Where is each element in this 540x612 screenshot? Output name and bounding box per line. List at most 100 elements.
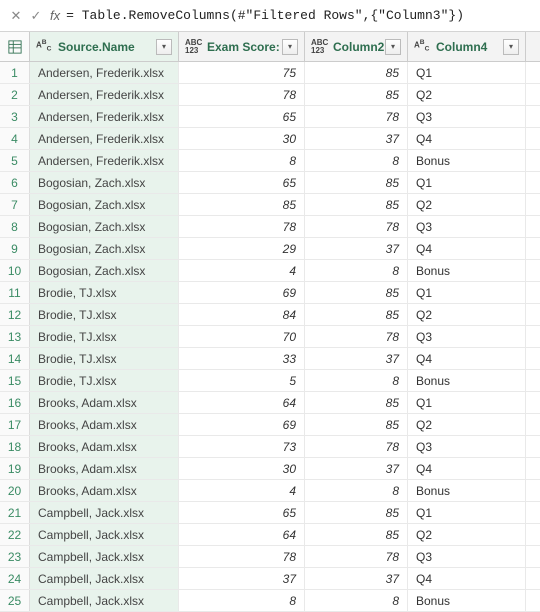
column-header-column4[interactable]: ABC Column4 ▾ (408, 32, 526, 61)
row-number[interactable]: 4 (0, 128, 30, 149)
table-row[interactable]: 6Bogosian, Zach.xlsx6585Q1 (0, 172, 540, 194)
cell-source-name[interactable]: Campbell, Jack.xlsx (30, 524, 179, 545)
cell-column4[interactable]: Q2 (408, 524, 526, 545)
row-number[interactable]: 19 (0, 458, 30, 479)
cell-column4[interactable]: Bonus (408, 370, 526, 391)
row-number[interactable]: 21 (0, 502, 30, 523)
cell-exam-score[interactable]: 5 (179, 370, 305, 391)
row-number[interactable]: 13 (0, 326, 30, 347)
cell-column2[interactable]: 78 (305, 436, 408, 457)
filter-dropdown-button[interactable]: ▾ (282, 39, 298, 55)
cell-exam-score[interactable]: 78 (179, 216, 305, 237)
table-row[interactable]: 10Bogosian, Zach.xlsx48Bonus (0, 260, 540, 282)
cell-column2[interactable]: 37 (305, 568, 408, 589)
cell-exam-score[interactable]: 85 (179, 194, 305, 215)
table-row[interactable]: 8Bogosian, Zach.xlsx7878Q3 (0, 216, 540, 238)
table-row[interactable]: 22Campbell, Jack.xlsx6485Q2 (0, 524, 540, 546)
filter-dropdown-button[interactable]: ▾ (503, 39, 519, 55)
row-number[interactable]: 17 (0, 414, 30, 435)
row-number[interactable]: 15 (0, 370, 30, 391)
row-number[interactable]: 12 (0, 304, 30, 325)
cell-column2[interactable]: 8 (305, 150, 408, 171)
column-header-source-name[interactable]: ABC Source.Name ▾ (30, 32, 179, 61)
cell-column2[interactable]: 37 (305, 238, 408, 259)
row-number[interactable]: 8 (0, 216, 30, 237)
table-row[interactable]: 18Brooks, Adam.xlsx7378Q3 (0, 436, 540, 458)
cell-source-name[interactable]: Andersen, Frederik.xlsx (30, 84, 179, 105)
cell-exam-score[interactable]: 78 (179, 84, 305, 105)
cell-source-name[interactable]: Campbell, Jack.xlsx (30, 502, 179, 523)
table-row[interactable]: 11Brodie, TJ.xlsx6985Q1 (0, 282, 540, 304)
cell-column2[interactable]: 37 (305, 128, 408, 149)
cell-column2[interactable]: 37 (305, 348, 408, 369)
cell-column4[interactable]: Q2 (408, 414, 526, 435)
cell-exam-score[interactable]: 37 (179, 568, 305, 589)
cell-column2[interactable]: 85 (305, 282, 408, 303)
filter-dropdown-button[interactable]: ▾ (385, 39, 401, 55)
table-row[interactable]: 3Andersen, Frederik.xlsx6578Q3 (0, 106, 540, 128)
cell-exam-score[interactable]: 70 (179, 326, 305, 347)
cell-source-name[interactable]: Andersen, Frederik.xlsx (30, 128, 179, 149)
cell-source-name[interactable]: Brooks, Adam.xlsx (30, 436, 179, 457)
row-number[interactable]: 10 (0, 260, 30, 281)
cell-exam-score[interactable]: 65 (179, 172, 305, 193)
row-number[interactable]: 6 (0, 172, 30, 193)
cell-source-name[interactable]: Bogosian, Zach.xlsx (30, 194, 179, 215)
cell-column2[interactable]: 8 (305, 590, 408, 611)
cell-source-name[interactable]: Bogosian, Zach.xlsx (30, 216, 179, 237)
cell-exam-score[interactable]: 65 (179, 502, 305, 523)
filter-dropdown-button[interactable]: ▾ (156, 39, 172, 55)
cell-source-name[interactable]: Andersen, Frederik.xlsx (30, 150, 179, 171)
table-row[interactable]: 7Bogosian, Zach.xlsx8585Q2 (0, 194, 540, 216)
cancel-icon[interactable]: ✕ (6, 6, 26, 26)
column-header-exam-score[interactable]: ABC123 Exam Score: ▾ (179, 32, 305, 61)
cell-column4[interactable]: Q4 (408, 568, 526, 589)
cell-column4[interactable]: Bonus (408, 480, 526, 501)
cell-source-name[interactable]: Brodie, TJ.xlsx (30, 304, 179, 325)
select-all-corner[interactable] (0, 32, 30, 61)
cell-exam-score[interactable]: 30 (179, 458, 305, 479)
cell-source-name[interactable]: Brooks, Adam.xlsx (30, 458, 179, 479)
row-number[interactable]: 24 (0, 568, 30, 589)
table-row[interactable]: 17Brooks, Adam.xlsx6985Q2 (0, 414, 540, 436)
table-row[interactable]: 2Andersen, Frederik.xlsx7885Q2 (0, 84, 540, 106)
cell-exam-score[interactable]: 29 (179, 238, 305, 259)
cell-column4[interactable]: Q4 (408, 348, 526, 369)
cell-column4[interactable]: Q2 (408, 194, 526, 215)
cell-source-name[interactable]: Bogosian, Zach.xlsx (30, 238, 179, 259)
cell-column4[interactable]: Q4 (408, 238, 526, 259)
cell-exam-score[interactable]: 73 (179, 436, 305, 457)
cell-column4[interactable]: Q4 (408, 128, 526, 149)
cell-source-name[interactable]: Brodie, TJ.xlsx (30, 370, 179, 391)
cell-exam-score[interactable]: 8 (179, 150, 305, 171)
formula-input[interactable]: = Table.RemoveColumns(#"Filtered Rows",{… (66, 8, 534, 23)
cell-exam-score[interactable]: 69 (179, 414, 305, 435)
row-number[interactable]: 11 (0, 282, 30, 303)
table-row[interactable]: 13Brodie, TJ.xlsx7078Q3 (0, 326, 540, 348)
cell-column2[interactable]: 78 (305, 216, 408, 237)
row-number[interactable]: 7 (0, 194, 30, 215)
cell-exam-score[interactable]: 4 (179, 480, 305, 501)
cell-column4[interactable]: Bonus (408, 260, 526, 281)
cell-exam-score[interactable]: 64 (179, 524, 305, 545)
cell-source-name[interactable]: Campbell, Jack.xlsx (30, 568, 179, 589)
cell-exam-score[interactable]: 65 (179, 106, 305, 127)
cell-column2[interactable]: 8 (305, 260, 408, 281)
cell-column4[interactable]: Q1 (408, 172, 526, 193)
cell-column2[interactable]: 85 (305, 84, 408, 105)
cell-source-name[interactable]: Andersen, Frederik.xlsx (30, 106, 179, 127)
cell-source-name[interactable]: Campbell, Jack.xlsx (30, 546, 179, 567)
table-row[interactable]: 23Campbell, Jack.xlsx7878Q3 (0, 546, 540, 568)
cell-column4[interactable]: Q1 (408, 392, 526, 413)
cell-column4[interactable]: Q2 (408, 304, 526, 325)
cell-exam-score[interactable]: 78 (179, 546, 305, 567)
cell-column2[interactable]: 85 (305, 194, 408, 215)
table-row[interactable]: 19Brooks, Adam.xlsx3037Q4 (0, 458, 540, 480)
cell-exam-score[interactable]: 64 (179, 392, 305, 413)
cell-column4[interactable]: Q1 (408, 502, 526, 523)
table-row[interactable]: 16Brooks, Adam.xlsx6485Q1 (0, 392, 540, 414)
row-number[interactable]: 20 (0, 480, 30, 501)
cell-column2[interactable]: 78 (305, 326, 408, 347)
row-number[interactable]: 3 (0, 106, 30, 127)
cell-exam-score[interactable]: 4 (179, 260, 305, 281)
